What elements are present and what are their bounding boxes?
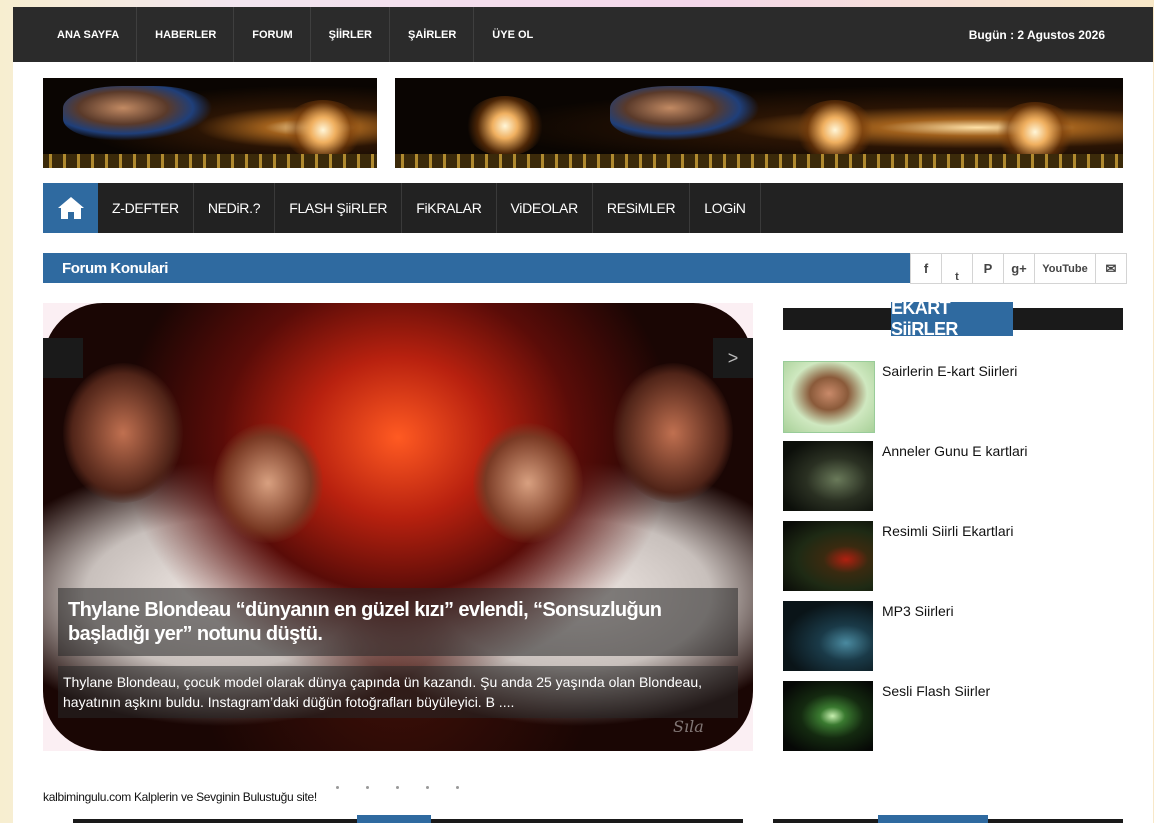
ekart-thumbnail[interactable] bbox=[783, 441, 873, 511]
section-tab bbox=[357, 815, 431, 823]
top-nav-home[interactable]: ANA SAYFA bbox=[39, 7, 138, 62]
slider-next-button[interactable]: > bbox=[713, 338, 753, 378]
featured-slider: > Thylane Blondeau “dünyanın en güzel kı… bbox=[43, 303, 753, 751]
ekart-header: EKART SiiRLER bbox=[783, 298, 1123, 339]
home-button[interactable] bbox=[43, 183, 98, 233]
ekart-thumbnail[interactable] bbox=[783, 521, 873, 591]
top-nav-register[interactable]: ÜYE OL bbox=[474, 7, 550, 62]
ekart-thumbnail[interactable] bbox=[783, 681, 873, 751]
ekart-item-label[interactable]: MP3 Siirleri bbox=[882, 603, 954, 619]
header-banner-large[interactable] bbox=[395, 78, 1123, 168]
twitter-icon[interactable]: t bbox=[942, 253, 973, 284]
top-nav-news[interactable]: HABERLER bbox=[137, 7, 235, 62]
section-tab bbox=[878, 815, 988, 823]
pinterest-icon[interactable]: P bbox=[973, 253, 1004, 284]
main-nav: Z-DEFTER NEDiR.? FLASH ŞiiRLER FiKRALAR … bbox=[43, 183, 1123, 233]
ekart-item[interactable]: Sesli Flash Siirler bbox=[783, 681, 1123, 751]
email-icon[interactable]: ✉ bbox=[1096, 253, 1127, 284]
slider-prev-button[interactable] bbox=[43, 338, 83, 378]
nav-resimler[interactable]: RESiMLER bbox=[593, 183, 691, 233]
header-banner-small[interactable] bbox=[43, 78, 377, 168]
ekart-item-label[interactable]: Sesli Flash Siirler bbox=[882, 683, 990, 699]
nav-nedir[interactable]: NEDiR.? bbox=[194, 183, 276, 233]
top-bar: ANA SAYFA HABERLER FORUM ŞİİRLER ŞAİRLER… bbox=[13, 7, 1153, 62]
ekart-item[interactable]: Resimli Siirli Ekartlari bbox=[783, 521, 1123, 591]
ekart-item-label[interactable]: Resimli Siirli Ekartlari bbox=[882, 523, 1013, 539]
ekart-item[interactable]: MP3 Siirleri bbox=[783, 601, 1123, 671]
nav-fikralar[interactable]: FiKRALAR bbox=[402, 183, 497, 233]
top-nav-forum[interactable]: FORUM bbox=[234, 7, 311, 62]
facebook-icon[interactable]: f bbox=[910, 253, 942, 284]
ekart-title: EKART SiiRLER bbox=[891, 298, 1013, 339]
slide-watermark: Sıla bbox=[673, 717, 704, 736]
nav-videolar[interactable]: ViDEOLAR bbox=[497, 183, 593, 233]
nav-login[interactable]: LOGiN bbox=[690, 183, 761, 233]
nav-z-defter[interactable]: Z-DEFTER bbox=[98, 183, 194, 233]
slider-pagination[interactable] bbox=[336, 786, 459, 789]
social-links: f t P g+ YouTube ✉ bbox=[910, 253, 1127, 284]
slide-title[interactable]: Thylane Blondeau “dünyanın en güzel kızı… bbox=[58, 588, 738, 656]
ekart-thumbnail[interactable] bbox=[783, 361, 875, 433]
nav-flash-siirler[interactable]: FLASH ŞiiRLER bbox=[275, 183, 403, 233]
ekart-item-label[interactable]: Sairlerin E-kart Siirleri bbox=[882, 363, 1017, 379]
home-icon bbox=[57, 197, 84, 219]
ekart-item[interactable]: Anneler Gunu E kartlari bbox=[783, 441, 1123, 511]
today-date: Bugün : 2 Agustos 2026 bbox=[968, 27, 1105, 42]
ekart-item-label[interactable]: Anneler Gunu E kartlari bbox=[882, 443, 1028, 459]
page: ANA SAYFA HABERLER FORUM ŞİİRLER ŞAİRLER… bbox=[13, 7, 1153, 823]
slide-description: Thylane Blondeau, çocuk model olarak dün… bbox=[58, 666, 738, 718]
google-plus-icon[interactable]: g+ bbox=[1004, 253, 1035, 284]
youtube-icon[interactable]: YouTube bbox=[1035, 253, 1096, 284]
ekart-thumbnail[interactable] bbox=[783, 601, 873, 671]
top-nav-poems[interactable]: ŞİİRLER bbox=[311, 7, 391, 62]
ekart-item[interactable]: Sairlerin E-kart Siirleri bbox=[783, 361, 1123, 433]
forum-topics-bar: Forum Konulari bbox=[43, 253, 910, 283]
forum-topics-title[interactable]: Forum Konulari bbox=[43, 260, 168, 277]
top-nav-poets[interactable]: ŞAİRLER bbox=[390, 7, 475, 62]
site-tagline: kalbimingulu.com Kalplerin ve Sevginin B… bbox=[43, 790, 317, 804]
top-nav: ANA SAYFA HABERLER FORUM ŞİİRLER ŞAİRLER… bbox=[39, 7, 550, 62]
